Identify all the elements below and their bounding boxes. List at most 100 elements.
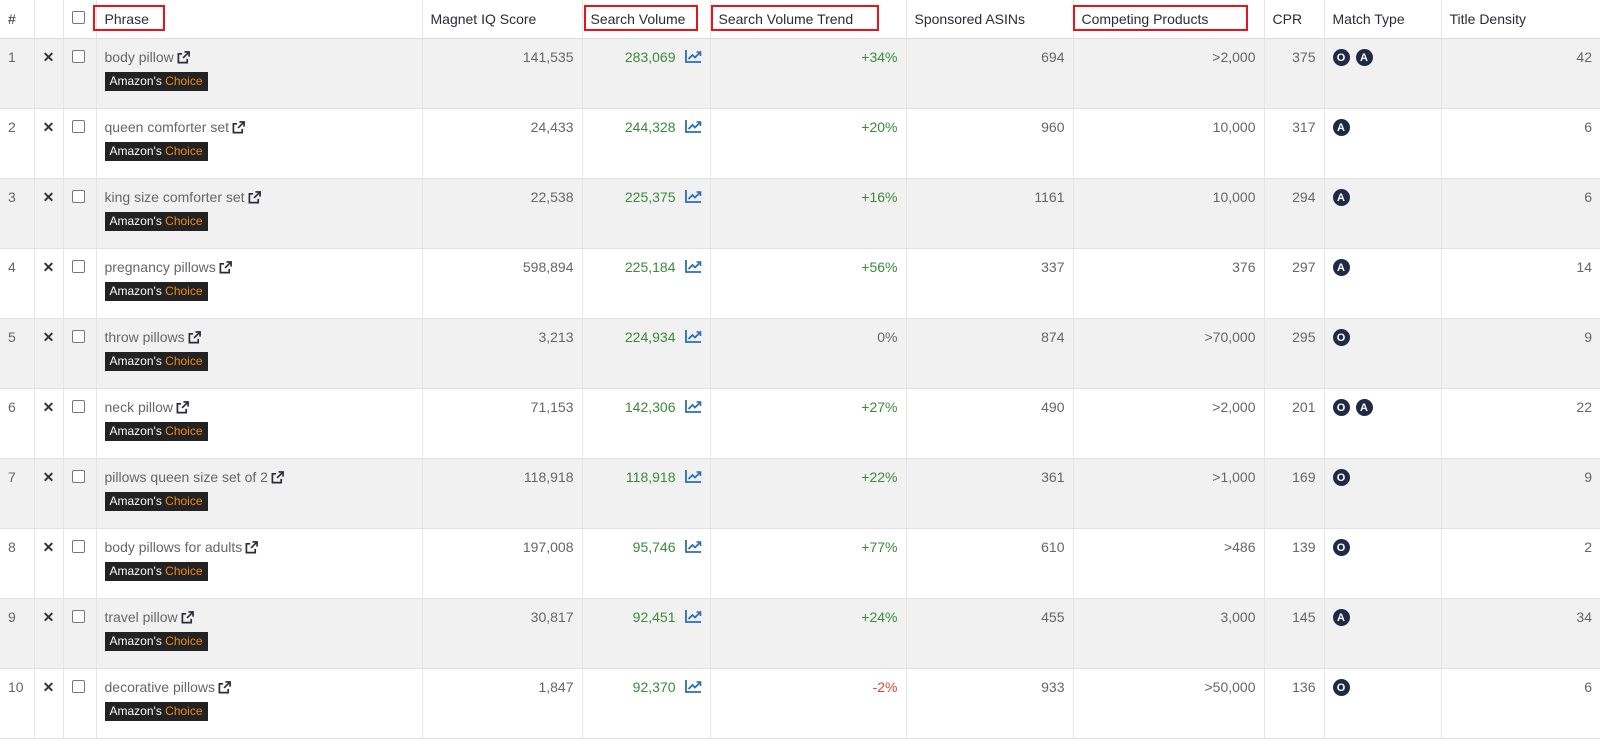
remove-icon[interactable]: ✕ xyxy=(43,189,55,206)
phrase-link[interactable]: pillows queen size set of 2 xyxy=(105,469,268,485)
trend-chart-icon[interactable] xyxy=(684,469,702,486)
select-cell[interactable] xyxy=(63,38,97,109)
trend-chart-icon[interactable] xyxy=(684,399,702,416)
header-magnet-iq[interactable]: Magnet IQ Score xyxy=(422,0,583,39)
remove-icon[interactable]: ✕ xyxy=(43,119,55,136)
remove-cell[interactable]: ✕ xyxy=(34,38,64,109)
external-link-icon[interactable] xyxy=(271,471,284,487)
phrase-link[interactable]: pregnancy pillows xyxy=(105,259,216,275)
phrase-link[interactable]: throw pillows xyxy=(105,329,185,345)
header-phrase[interactable]: Phrase xyxy=(92,0,423,39)
table-row[interactable]: 9 ✕ travel pillow Amazon's Choice 30,817 92,4… xyxy=(0,598,1600,669)
header-title-density[interactable]: Title Density xyxy=(1441,0,1600,39)
row-checkbox[interactable] xyxy=(71,540,85,553)
table-row[interactable]: 6 ✕ neck pillow Amazon's Choice 71,153 142,30… xyxy=(0,388,1600,459)
external-link-icon[interactable] xyxy=(176,401,189,417)
select-cell[interactable] xyxy=(63,668,97,739)
row-index: 7 xyxy=(0,458,35,529)
remove-icon[interactable]: ✕ xyxy=(43,679,55,696)
trend-chart-icon[interactable] xyxy=(684,259,702,276)
remove-cell[interactable]: ✕ xyxy=(34,388,64,459)
row-checkbox[interactable] xyxy=(71,260,85,273)
row-checkbox[interactable] xyxy=(71,470,85,483)
remove-cell[interactable]: ✕ xyxy=(34,108,64,179)
select-cell[interactable] xyxy=(63,598,97,669)
select-cell[interactable] xyxy=(63,458,97,529)
trend-chart-icon[interactable] xyxy=(684,679,702,696)
external-link-icon[interactable] xyxy=(219,261,232,277)
row-checkbox[interactable] xyxy=(71,680,85,693)
phrase-link[interactable]: neck pillow xyxy=(105,399,173,415)
trend-chart-icon[interactable] xyxy=(684,49,702,66)
phrase-link[interactable]: body pillow xyxy=(105,49,174,65)
remove-icon[interactable]: ✕ xyxy=(43,469,55,486)
phrase-cell: neck pillow Amazon's Choice xyxy=(96,388,423,459)
competing-products: 10,000 xyxy=(1073,108,1265,179)
phrase-link[interactable]: queen comforter set xyxy=(105,119,230,135)
trend-chart-icon[interactable] xyxy=(684,119,702,136)
trend-chart-icon[interactable] xyxy=(684,329,702,346)
trend-chart-icon[interactable] xyxy=(684,609,702,626)
header-competing-products[interactable]: Competing Products xyxy=(1072,0,1265,39)
remove-icon[interactable]: ✕ xyxy=(43,49,55,66)
select-cell[interactable] xyxy=(63,248,97,319)
phrase-link[interactable]: decorative pillows xyxy=(105,679,216,695)
row-checkbox[interactable] xyxy=(71,400,85,413)
external-link-icon[interactable] xyxy=(218,681,231,697)
badge-prefix: Amazon's xyxy=(109,634,162,648)
select-cell[interactable] xyxy=(63,178,97,249)
remove-icon[interactable]: ✕ xyxy=(43,399,55,416)
remove-cell[interactable]: ✕ xyxy=(34,318,64,389)
phrase-link[interactable]: body pillows for adults xyxy=(105,539,243,555)
remove-cell[interactable]: ✕ xyxy=(34,668,64,739)
row-checkbox[interactable] xyxy=(71,190,85,203)
remove-icon[interactable]: ✕ xyxy=(43,329,55,346)
select-all-checkbox[interactable] xyxy=(71,11,85,24)
cpr-value: 136 xyxy=(1264,668,1325,739)
phrase-link[interactable]: travel pillow xyxy=(105,609,178,625)
external-link-icon[interactable] xyxy=(232,121,245,137)
external-link-icon[interactable] xyxy=(245,541,259,557)
phrase-link[interactable]: king size comforter set xyxy=(105,189,245,205)
table-row[interactable]: 2 ✕ queen comforter set Amazon's Choice 24,4… xyxy=(0,108,1600,179)
remove-cell[interactable]: ✕ xyxy=(34,598,64,669)
table-row[interactable]: 7 ✕ pillows queen size set of 2 Amazon's Ch… xyxy=(0,458,1600,529)
header-sv-trend[interactable]: Search Volume Trend xyxy=(710,0,907,39)
row-checkbox[interactable] xyxy=(71,610,85,623)
remove-icon[interactable]: ✕ xyxy=(43,609,55,626)
remove-cell[interactable]: ✕ xyxy=(34,528,64,599)
row-checkbox[interactable] xyxy=(71,50,85,63)
table-row[interactable]: 3 ✕ king size comforter set Amazon's Choice… xyxy=(0,178,1600,249)
external-link-icon[interactable] xyxy=(181,611,194,627)
external-link-icon[interactable] xyxy=(248,191,261,207)
remove-icon[interactable]: ✕ xyxy=(43,259,55,276)
remove-cell[interactable]: ✕ xyxy=(34,178,64,249)
table-row[interactable]: 10 ✕ decorative pillows Amazon's Choice 1,84… xyxy=(0,668,1600,739)
select-cell[interactable] xyxy=(63,318,97,389)
table-row[interactable]: 5 ✕ throw pillows Amazon's Choice 3,213 224,9… xyxy=(0,318,1600,389)
select-cell[interactable] xyxy=(63,108,97,179)
select-cell[interactable] xyxy=(63,528,97,599)
trend-chart-icon[interactable] xyxy=(684,539,702,556)
remove-cell[interactable]: ✕ xyxy=(34,458,64,529)
header-select-all[interactable] xyxy=(63,0,97,39)
row-checkbox[interactable] xyxy=(71,330,85,343)
header-match-type[interactable]: Match Type xyxy=(1324,0,1442,39)
table-row[interactable]: 8 ✕ body pillows for adults Amazon's Choice… xyxy=(0,528,1600,599)
remove-cell[interactable]: ✕ xyxy=(34,248,64,319)
external-link-icon[interactable] xyxy=(188,331,201,347)
header-cpr[interactable]: CPR xyxy=(1264,0,1325,39)
header-sponsored-asins-label: Sponsored ASINs xyxy=(914,11,1026,27)
table-row[interactable]: 4 ✕ pregnancy pillows Amazon's Choice 598,89… xyxy=(0,248,1600,319)
header-index: # xyxy=(0,0,35,39)
external-link-icon[interactable] xyxy=(177,51,190,67)
select-cell[interactable] xyxy=(63,388,97,459)
header-search-volume[interactable]: Search Volume xyxy=(582,0,711,39)
remove-icon[interactable]: ✕ xyxy=(43,539,55,556)
trend-chart-icon[interactable] xyxy=(684,189,702,206)
header-sponsored-asins[interactable]: Sponsored ASINs xyxy=(906,0,1074,39)
amazons-choice-badge: Amazon's Choice xyxy=(104,72,208,91)
competing-products: >2,000 xyxy=(1073,388,1265,459)
row-checkbox[interactable] xyxy=(71,120,85,133)
table-row[interactable]: 1 ✕ body pillow Amazon's Choice 141,535 283,0… xyxy=(0,38,1600,109)
